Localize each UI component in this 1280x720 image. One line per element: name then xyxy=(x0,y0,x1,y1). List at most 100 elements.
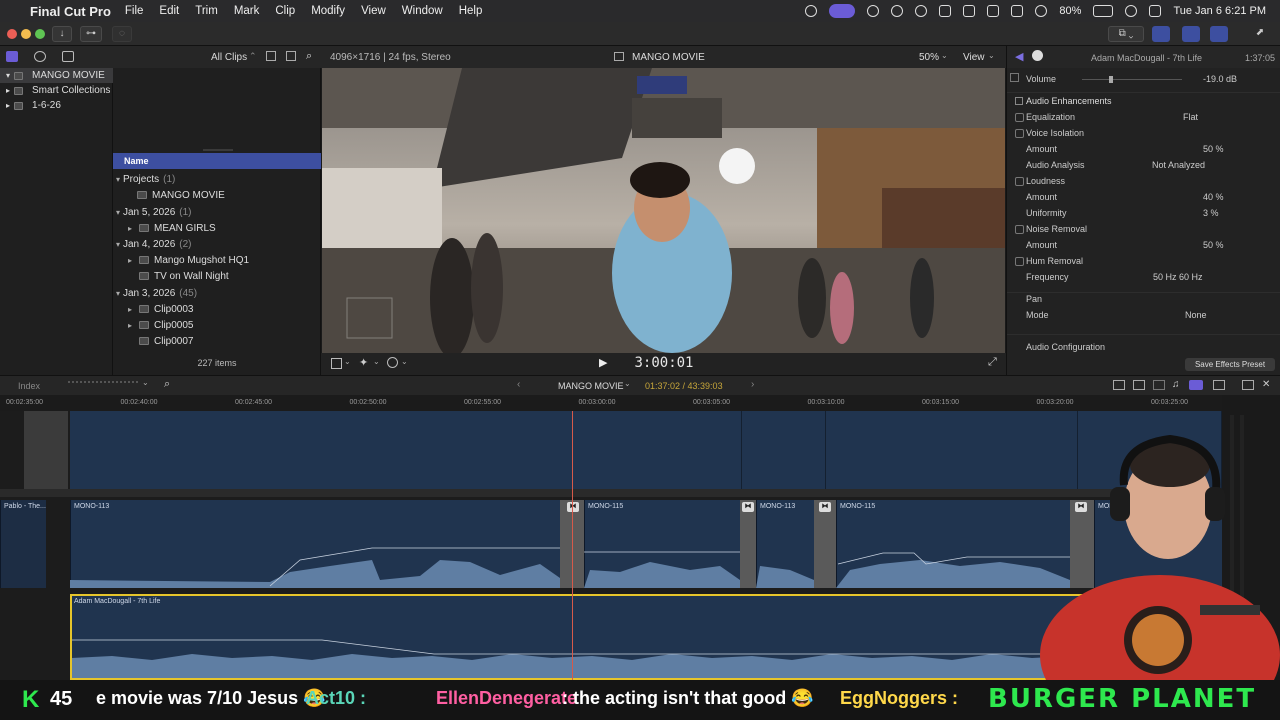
group-header[interactable]: ▾ Jan 4, 2026 (2) xyxy=(113,236,321,252)
forward-arrow-icon[interactable]: › xyxy=(751,379,754,390)
inspector-row-value[interactable]: Flat xyxy=(1183,112,1198,122)
effects-browser-icon[interactable] xyxy=(1213,380,1225,390)
volume-slider-knob[interactable] xyxy=(1109,76,1113,83)
solo-icon[interactable] xyxy=(1189,380,1203,390)
menu-window[interactable]: Window xyxy=(402,5,443,17)
pan-mode-dropdown[interactable]: None xyxy=(1185,310,1207,320)
battery-icon[interactable] xyxy=(1093,5,1114,17)
back-arrow-icon[interactable]: ‹ xyxy=(517,379,520,390)
search-icon[interactable] xyxy=(1125,5,1138,17)
bluetooth-icon[interactable] xyxy=(1011,5,1024,17)
list-item[interactable]: ▸ Mango Mugshot HQ1 xyxy=(113,252,321,268)
smart-collections-item[interactable]: ▸ Smart Collections xyxy=(0,83,113,98)
clip-appearance-icon[interactable] xyxy=(1113,380,1125,390)
inspector-row-value[interactable]: 40 % xyxy=(1203,192,1224,202)
list-item[interactable]: ▸ Clip0003 xyxy=(113,301,321,317)
app-menu[interactable]: Final Cut Pro xyxy=(30,4,111,19)
name-column-header[interactable]: Name xyxy=(113,153,321,169)
timeline-tracks[interactable]: Pablo - The... MONO-113 MONO-115 MONO-11… xyxy=(0,411,1222,680)
list-item[interactable]: ▸ MEAN GIRLS xyxy=(113,220,321,236)
checkbox[interactable] xyxy=(1015,257,1024,266)
share-button[interactable]: ⧉ ⌄ xyxy=(1108,26,1144,42)
search-icon[interactable]: ⌕ xyxy=(306,50,312,63)
skimming-icon[interactable] xyxy=(1153,380,1165,390)
status-icon[interactable] xyxy=(963,5,976,17)
screen-record-icon[interactable] xyxy=(829,4,856,18)
video-frame[interactable] xyxy=(322,68,1005,353)
menu-help[interactable]: Help xyxy=(459,5,483,17)
section-header[interactable]: Audio Enhancements xyxy=(1007,94,1280,110)
audio-tab-icon[interactable]: ◀ xyxy=(1015,50,1023,63)
disclosure-icon[interactable]: ▸ xyxy=(125,256,135,265)
zoom-dropdown[interactable]: 50% xyxy=(919,52,939,63)
checkbox[interactable] xyxy=(1015,177,1024,186)
list-item[interactable]: MANGO MOVIE xyxy=(113,187,321,203)
status-icon[interactable] xyxy=(891,5,904,17)
view-dropdown[interactable]: View xyxy=(963,52,985,63)
menu-clip[interactable]: Clip xyxy=(275,5,295,17)
menu-mark[interactable]: Mark xyxy=(234,5,260,17)
menu-modify[interactable]: Modify xyxy=(311,5,345,17)
keywords-button[interactable]: ⊶ xyxy=(80,26,102,42)
zoom-window-button[interactable] xyxy=(35,29,45,39)
group-header[interactable]: ▾ Jan 3, 2026 (45) xyxy=(113,285,321,301)
clip-appearance-icon[interactable] xyxy=(266,51,276,61)
inspector-row-value[interactable]: 50 % xyxy=(1203,144,1224,154)
event-item[interactable]: ▸ 1-6-26 xyxy=(0,98,113,113)
video-clip[interactable] xyxy=(742,411,826,489)
zoom-tool-icon[interactable]: ⌕ xyxy=(164,378,170,391)
photos-audio-icon[interactable] xyxy=(34,51,46,62)
list-item[interactable]: Clip0007 xyxy=(113,333,321,349)
audio-skimming-icon[interactable]: ♫ xyxy=(1172,379,1180,390)
disclosure-icon[interactable]: ▸ xyxy=(125,305,135,314)
menu-edit[interactable]: Edit xyxy=(159,5,179,17)
timecode-display[interactable]: 3:00:01 xyxy=(609,355,719,373)
fullscreen-icon[interactable]: ⬈ xyxy=(1252,26,1268,42)
disclosure-icon[interactable]: ▸ xyxy=(125,321,135,330)
volume-icon[interactable] xyxy=(939,5,952,17)
snapping-icon[interactable] xyxy=(1133,380,1145,390)
libraries-icon[interactable] xyxy=(6,51,18,62)
checkbox[interactable] xyxy=(1015,129,1024,138)
inspector-row-value[interactable]: 50 % xyxy=(1203,240,1224,250)
clock[interactable]: Tue Jan 6 6:21 PM xyxy=(1173,5,1266,17)
save-effects-preset-button[interactable]: Save Effects Preset xyxy=(1185,358,1275,371)
browser-toggle-button[interactable] xyxy=(1152,26,1170,42)
disclosure-icon[interactable]: ▸ xyxy=(125,224,135,233)
clip-filter-dropdown[interactable]: All Clips xyxy=(211,52,247,63)
checkbox[interactable] xyxy=(1015,225,1024,234)
enhance-icon[interactable]: ✦ xyxy=(359,356,368,369)
volume-slider[interactable] xyxy=(1082,79,1182,80)
menu-view[interactable]: View xyxy=(361,5,386,17)
speed-icon[interactable] xyxy=(387,357,398,368)
play-status-icon[interactable] xyxy=(915,5,928,17)
gap-clip[interactable] xyxy=(24,411,68,489)
close-window-button[interactable] xyxy=(7,29,17,39)
display-icon[interactable] xyxy=(987,5,1000,17)
group-header[interactable]: ▾ Projects (1) xyxy=(113,171,321,187)
background-tasks-button[interactable]: ◌ xyxy=(112,26,132,42)
inspector-row-value[interactable]: 50 Hz 60 Hz xyxy=(1153,272,1203,282)
fullscreen-icon[interactable]: ⤢ xyxy=(988,356,997,369)
video-clip[interactable] xyxy=(70,411,742,489)
checkbox[interactable] xyxy=(1015,113,1024,122)
list-item[interactable]: TV on Wall Night xyxy=(113,268,321,284)
disclosure-icon[interactable]: ▾ xyxy=(113,175,123,184)
list-item[interactable]: ▸ Clip0005 xyxy=(113,317,321,333)
play-button[interactable]: ▶ xyxy=(599,356,607,369)
toggle-panel-icon[interactable] xyxy=(1242,380,1254,390)
pan-header[interactable]: Pan xyxy=(1007,292,1280,308)
list-view-icon[interactable] xyxy=(286,51,296,61)
group-header[interactable]: ▾ Jan 5, 2026 (1) xyxy=(113,204,321,220)
timeline-toggle-button[interactable] xyxy=(1182,26,1200,42)
playhead[interactable] xyxy=(572,411,573,680)
wifi-icon[interactable] xyxy=(1035,5,1048,17)
menu-file[interactable]: File xyxy=(125,5,144,17)
menu-trim[interactable]: Trim xyxy=(195,5,218,17)
titles-generators-icon[interactable] xyxy=(62,51,74,62)
status-icon[interactable] xyxy=(867,5,880,17)
edit-buttons[interactable] xyxy=(68,381,138,391)
control-center-icon[interactable] xyxy=(1149,5,1162,17)
library-item[interactable]: ▾ MANGO MOVIE xyxy=(0,68,113,83)
audio-config-header[interactable]: Audio Configuration xyxy=(1007,340,1280,356)
